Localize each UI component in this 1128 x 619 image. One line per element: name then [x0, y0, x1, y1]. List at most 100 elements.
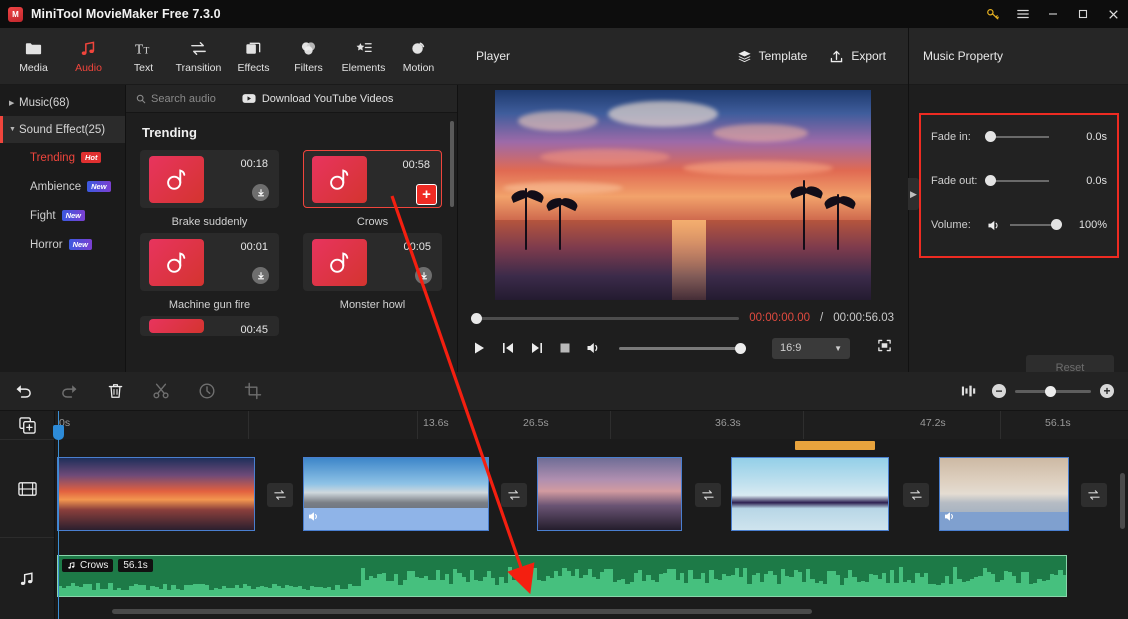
sidebar-item-horror[interactable]: Horror New [0, 230, 125, 259]
template-button[interactable]: Template [737, 49, 807, 64]
volume-knob[interactable] [1051, 219, 1062, 230]
chevron-right-icon[interactable]: ▶ [908, 178, 919, 210]
video-clip-pier-sky[interactable] [731, 457, 889, 531]
audio-card-machine-gun-fire[interactable]: 00:01 Machine gun fire [140, 233, 279, 311]
fade-in-slider[interactable] [985, 131, 1049, 142]
volume-slider[interactable] [619, 342, 746, 354]
tab-filters[interactable]: Filters [281, 30, 336, 82]
video-preview[interactable] [495, 90, 871, 300]
export-button[interactable]: Export [829, 49, 886, 64]
fit-timeline-icon[interactable] [961, 384, 977, 398]
add-media-icon[interactable] [0, 411, 54, 439]
trash-icon [108, 384, 122, 398]
video-track[interactable] [55, 439, 1128, 537]
close-icon[interactable] [1098, 0, 1128, 28]
video-clip-sunset-beach[interactable] [57, 457, 255, 531]
audio-track-icon[interactable] [0, 537, 54, 619]
transition-swap-icon[interactable] [267, 483, 293, 507]
volume-icon[interactable] [586, 341, 602, 355]
audio-card-crows[interactable]: 00:58 + Crows [303, 150, 442, 228]
delete-button[interactable] [92, 372, 138, 411]
hamburger-menu-icon[interactable] [1008, 0, 1038, 28]
add-to-timeline-icon[interactable]: + [416, 184, 437, 205]
tab-transition[interactable]: Transition [171, 30, 226, 82]
zoom-slider[interactable] [1015, 385, 1091, 397]
fade-in-knob[interactable] [985, 131, 996, 142]
card-thumbnail[interactable]: 00:01 [140, 233, 279, 291]
download-icon[interactable] [415, 267, 432, 284]
card-thumbnail[interactable]: 00:58 + [303, 150, 442, 208]
timeline-horizontal-scrollbar[interactable] [112, 609, 812, 614]
seek-knob[interactable] [471, 312, 482, 324]
sidebar-group-sound-effect[interactable]: ▼ Sound Effect(25) [0, 116, 125, 143]
audio-card-monster-howl[interactable]: 00:05 Monster howl [303, 233, 442, 311]
video-clip-lake-sunset[interactable] [537, 457, 682, 531]
tab-elements[interactable]: Elements [336, 30, 391, 82]
previous-frame-icon[interactable] [501, 341, 515, 355]
video-track-icon[interactable] [0, 439, 54, 537]
video-clip-city-mountain[interactable] [303, 457, 489, 531]
crop-button[interactable] [230, 372, 276, 411]
card-thumbnail[interactable]: 00:45 [140, 316, 279, 336]
audio-clip-crows[interactable]: Crows 56.1s [57, 555, 1067, 597]
library-scrollbar[interactable] [450, 121, 454, 207]
zoom-out-icon[interactable]: − [992, 384, 1006, 398]
tab-media[interactable]: Media [6, 30, 61, 82]
key-icon[interactable] [978, 0, 1008, 28]
fade-out-slider[interactable] [985, 175, 1049, 186]
download-icon[interactable] [252, 267, 269, 284]
clip-frame [810, 458, 888, 530]
split-button[interactable] [138, 372, 184, 411]
transition-swap-icon[interactable] [501, 483, 527, 507]
zoom-in-icon[interactable]: + [1100, 384, 1114, 398]
volume-icon[interactable] [308, 509, 321, 527]
sidebar-item-trending[interactable]: Trending Hot [0, 143, 125, 172]
play-icon[interactable] [472, 341, 486, 355]
redo-button[interactable] [46, 372, 92, 411]
playhead-handle[interactable] [53, 425, 64, 440]
timeline-vertical-scrollbar[interactable] [1120, 473, 1125, 529]
minimize-icon[interactable] [1038, 0, 1068, 28]
tab-effects[interactable]: Effects [226, 30, 281, 82]
sidebar-item-fight[interactable]: Fight New [0, 201, 125, 230]
tab-audio[interactable]: Audio [61, 30, 116, 82]
audio-card-partial[interactable]: 00:45 [140, 316, 279, 336]
timeline-ruler[interactable]: 0s 13.6s 26.5s 36.3s 47.2s 56.1s [55, 411, 1128, 439]
transition-swap-icon[interactable] [695, 483, 721, 507]
seek-slider[interactable] [471, 312, 740, 324]
download-icon[interactable] [252, 184, 269, 201]
card-thumbnail[interactable]: 00:18 [140, 150, 279, 208]
tab-text[interactable]: TT Text [116, 30, 171, 82]
speed-button[interactable] [184, 372, 230, 411]
preview-cloud [540, 148, 671, 165]
stop-icon[interactable] [559, 342, 571, 354]
tab-motion[interactable]: Motion [391, 30, 446, 82]
search-input[interactable]: Search audio [136, 93, 216, 105]
transition-swap-icon[interactable] [903, 483, 929, 507]
undo-button[interactable] [0, 372, 46, 411]
fade-out-knob[interactable] [985, 175, 996, 186]
video-clip-dawn-water[interactable] [939, 457, 1069, 531]
zoom-knob[interactable] [1045, 385, 1056, 397]
aspect-ratio-select[interactable]: 16:9 ▼ [772, 337, 850, 359]
fullscreen-icon[interactable] [877, 338, 892, 358]
card-thumbnail[interactable]: 00:05 [303, 233, 442, 291]
sidebar-group-music[interactable]: ▶ Music(68) [0, 89, 125, 116]
clip-marker[interactable] [795, 441, 875, 450]
sidebar-item-ambience[interactable]: Ambience New [0, 172, 125, 201]
volume-icon[interactable] [987, 219, 1002, 232]
volume-slider[interactable] [1010, 219, 1062, 230]
volume-icon[interactable] [944, 509, 957, 527]
tab-audio-label: Audio [75, 61, 102, 74]
volume-knob[interactable] [735, 342, 746, 354]
playhead[interactable] [53, 411, 64, 619]
audio-track[interactable]: Crows 56.1s [55, 537, 1128, 619]
audio-card-brake-suddenly[interactable]: 00:18 Brake suddenly [140, 150, 279, 228]
maximize-icon[interactable] [1068, 0, 1098, 28]
download-youtube-videos-button[interactable]: Download YouTube Videos [242, 93, 393, 105]
window-controls [978, 0, 1128, 28]
transition-swap-icon[interactable] [1081, 483, 1107, 507]
next-frame-icon[interactable] [530, 341, 544, 355]
scissors-icon [153, 383, 169, 399]
audio-artwork [312, 155, 367, 203]
